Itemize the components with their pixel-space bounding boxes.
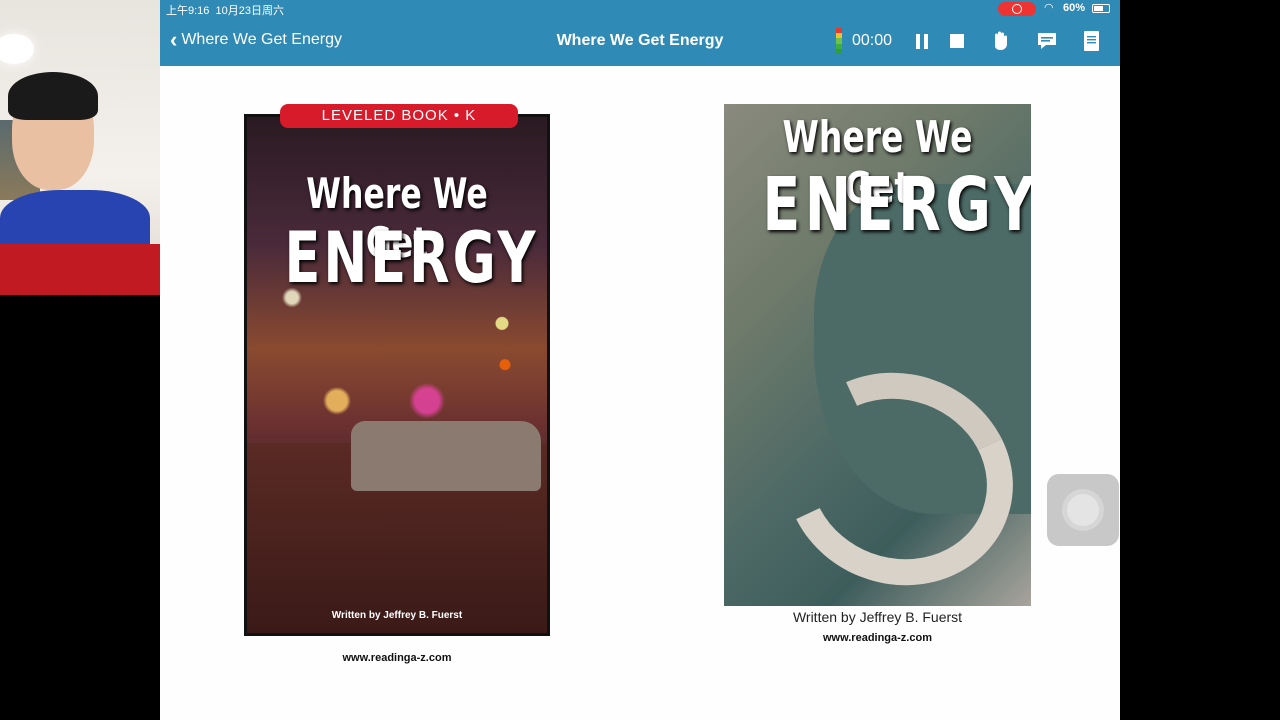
cover-url: www.readinga-z.com xyxy=(822,632,932,644)
status-time: 上午9:16 10月23日周六 xyxy=(166,5,285,17)
audio-level-icon xyxy=(836,28,842,55)
stop-button[interactable] xyxy=(944,28,970,54)
leveled-book-ribbon: LEVELED BOOK • K xyxy=(280,104,518,128)
battery-percent: 60% xyxy=(1063,2,1086,14)
left-book-cover: Where We Get ENERGY Written by Jeffrey B… xyxy=(244,114,550,636)
pause-button[interactable] xyxy=(910,28,936,54)
webcam-overlay xyxy=(0,0,166,295)
screen-recording-icon[interactable] xyxy=(998,2,1036,16)
car-image xyxy=(351,421,541,491)
cover-author: Written by Jeffrey B. Fuerst xyxy=(792,609,963,625)
cover-title-line2: ENERGY xyxy=(284,217,539,299)
battery-icon xyxy=(1092,4,1110,13)
cover-author: Written by Jeffrey B. Fuerst xyxy=(331,610,463,621)
comment-icon[interactable] xyxy=(1034,28,1060,54)
cover-title-line2: ENERGY xyxy=(762,162,1031,248)
raise-hand-icon[interactable] xyxy=(988,28,1014,54)
person-hair xyxy=(8,72,98,120)
recording-timer: 00:00 xyxy=(852,32,893,49)
back-button[interactable]: ‹ Where We Get Energy xyxy=(170,27,342,52)
back-label: Where We Get Energy xyxy=(181,31,342,48)
ipad-screen: 上午9:16 10月23日周六 ◠ 60% ‹ Where We Get Ene… xyxy=(160,0,1120,720)
nav-bar: ‹ Where We Get Energy Where We Get Energ… xyxy=(160,18,1120,66)
red-sofa xyxy=(0,244,166,295)
chevron-left-icon: ‹ xyxy=(170,27,178,52)
ceiling-lamp xyxy=(0,34,34,64)
status-bar: 上午9:16 10月23日周六 ◠ 60% xyxy=(160,0,1120,18)
level-segment xyxy=(836,48,842,55)
wifi-icon: ◠ xyxy=(1044,2,1054,14)
assistive-touch-icon[interactable] xyxy=(1047,474,1119,546)
right-book-cover: Where We Get ENERGY xyxy=(724,104,1031,606)
notebook-icon[interactable] xyxy=(1078,28,1104,54)
cover-url: www.readinga-z.com xyxy=(342,652,452,664)
